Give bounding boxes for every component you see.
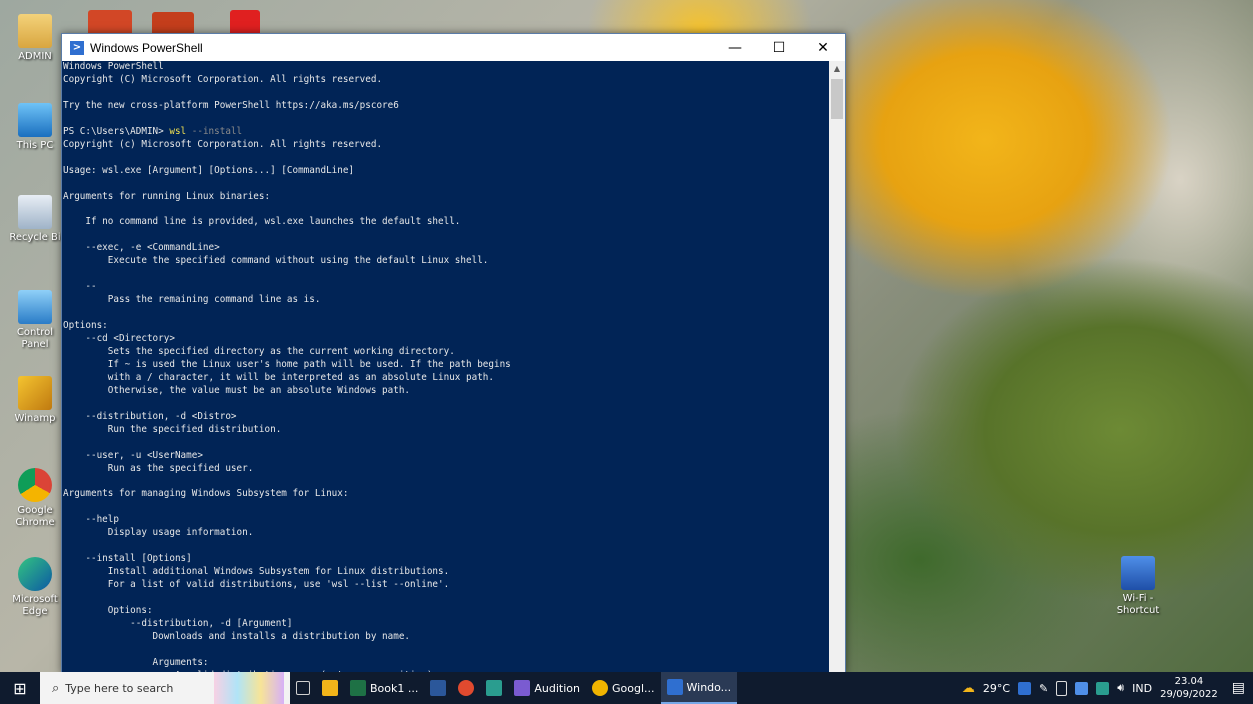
close-button[interactable]: ✕ (801, 40, 845, 56)
opera-icon (458, 680, 475, 696)
excel-icon (350, 680, 366, 696)
taskbar-app[interactable] (480, 672, 508, 704)
tray-app-icon[interactable] (1018, 681, 1032, 695)
search-highlight-image (214, 672, 284, 704)
desktop-icon-admin[interactable]: ADMIN (5, 14, 65, 63)
network-icon (1121, 556, 1155, 590)
folder-icon (322, 680, 338, 696)
winamp-icon (18, 376, 52, 410)
powershell-window: > Windows PowerShell — ☐ ✕ Windows Power… (61, 33, 846, 674)
taskbar-powershell[interactable]: Windo... (660, 672, 738, 704)
search-icon: ⌕ (52, 680, 60, 696)
word-icon (430, 680, 447, 696)
search-placeholder: Type here to search (65, 681, 174, 695)
window-title: Windows PowerShell (90, 40, 203, 55)
desktop-icon-label: Wi-Fi - Shortcut (1116, 593, 1160, 616)
powershell-icon: > (70, 40, 84, 55)
console-output[interactable]: Windows PowerShell Copyright (C) Microso… (62, 61, 829, 673)
taskbar-item-label: Windo... (686, 680, 732, 694)
pen-icon[interactable]: ✎ (1039, 682, 1048, 695)
desktop-icon-label: Control Panel (16, 327, 54, 350)
desktop-icon-label: Microsoft Edge (12, 594, 58, 617)
scrollbar-thumb[interactable] (831, 79, 843, 119)
console-preamble: Windows PowerShell Copyright (C) Microso… (63, 61, 399, 111)
user-folder-icon (18, 14, 52, 48)
desktop-icon-label: Google Chrome (15, 505, 55, 528)
clock-time: 23.04 (1174, 676, 1204, 687)
console-command-args: --install (186, 125, 243, 137)
desktop-icon-recycle-bin[interactable]: Recycle Bi (5, 195, 65, 244)
windows-start-icon[interactable]: ⊞ (0, 679, 40, 698)
desktop-icon-wifi-shortcut[interactable]: Wi-Fi - Shortcut (1108, 556, 1168, 617)
chrome-icon (591, 680, 608, 696)
taskbar-audition[interactable]: Audition (508, 672, 586, 704)
taskbar-item-label: Audition (534, 681, 580, 695)
minimize-button[interactable]: — (713, 40, 757, 56)
task-view-button[interactable] (290, 672, 316, 704)
language-indicator[interactable]: IND (1132, 682, 1152, 695)
weather-icon[interactable]: ☁ (962, 681, 975, 696)
desktop-icon-label: Recycle Bi (9, 232, 61, 243)
console-command: wsl (169, 125, 187, 137)
desktop-icon-control-panel[interactable]: Control Panel (5, 290, 65, 351)
desktop-icon-label: Winamp (14, 413, 56, 424)
desktop-icon-this-pc[interactable]: This PC (5, 103, 65, 152)
desktop-icon-winamp[interactable]: Winamp (5, 376, 65, 425)
desktop-icon-label: This PC (16, 140, 54, 151)
weather-temp[interactable]: 29°C (983, 682, 1010, 695)
taskbar-search-box[interactable]: ⌕ Type here to search (40, 672, 290, 704)
task-view-icon (296, 681, 310, 695)
window-titlebar[interactable]: > Windows PowerShell — ☐ ✕ (62, 34, 845, 61)
system-tray: ☁ 29°C ✎ 🔊︎ IND 23.04 29/09/2022 ▤ (962, 672, 1253, 704)
tray-clipboard-icon[interactable] (1056, 680, 1068, 696)
clock[interactable]: 23.04 29/09/2022 (1160, 675, 1218, 701)
clock-date: 29/09/2022 (1160, 689, 1218, 700)
console-text: Windows PowerShell Copyright (C) Microso… (62, 61, 829, 673)
desktop-icon-label: ADMIN (18, 51, 52, 62)
console-prompt: PS C:\Users\ADMIN> (63, 125, 170, 137)
app-icon (486, 680, 503, 696)
recycle-bin-icon (18, 195, 52, 229)
taskbar-word[interactable] (424, 672, 452, 704)
edge-icon (18, 557, 52, 591)
taskbar-chrome[interactable]: Googl... (586, 672, 661, 704)
desktop-icon-google-chrome[interactable]: Google Chrome (5, 468, 65, 529)
taskbar-opera[interactable] (452, 672, 480, 704)
office-app-icon[interactable] (88, 10, 132, 34)
tray-monitor-icon[interactable] (1075, 681, 1089, 695)
notifications-icon[interactable]: ▤ (1232, 680, 1245, 696)
taskbar-item-label: Googl... (611, 681, 655, 695)
taskbar-excel[interactable]: Book1 ... (344, 672, 424, 704)
powerpoint-icon[interactable] (152, 12, 194, 34)
desktop-icon-microsoft-edge[interactable]: Microsoft Edge (5, 557, 65, 618)
network-icon[interactable] (1096, 681, 1110, 695)
taskbar-file-explorer[interactable] (316, 672, 344, 704)
vertical-scrollbar[interactable]: ▲ (829, 61, 845, 673)
control-panel-icon (18, 290, 52, 324)
volume-icon[interactable]: 🔊︎ (1117, 681, 1124, 695)
pdf-icon[interactable] (230, 10, 260, 34)
computer-icon (18, 103, 52, 137)
chrome-icon (18, 468, 52, 502)
taskbar-item-label: Book1 ... (370, 681, 419, 695)
taskbar: ⊞ ⌕ Type here to search Book1 ... Auditi… (0, 672, 1253, 704)
powershell-icon (666, 679, 683, 695)
scroll-up-icon[interactable]: ▲ (829, 61, 845, 77)
console-help-output: Copyright (c) Microsoft Corporation. All… (63, 138, 511, 673)
audition-icon (514, 680, 531, 696)
maximize-button[interactable]: ☐ (757, 40, 801, 56)
